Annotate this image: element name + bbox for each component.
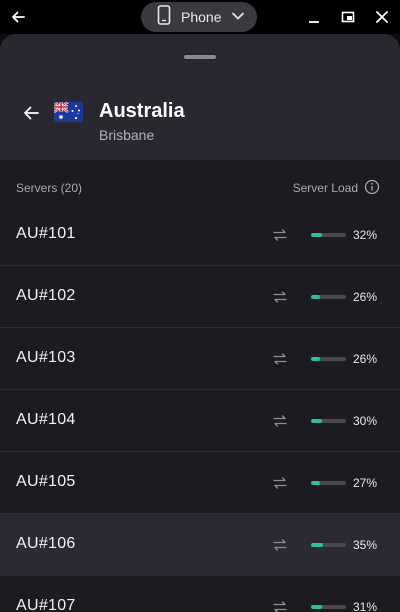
server-load-percent: 26%: [353, 352, 378, 366]
device-label: Phone: [181, 9, 222, 25]
minimize-icon[interactable]: [302, 5, 326, 29]
server-name: AU#105: [16, 473, 76, 490]
server-name: AU#104: [16, 411, 76, 428]
server-load-bar: [311, 481, 346, 485]
server-load-fill: [311, 605, 322, 609]
server-list-sheet: Australia Brisbane Servers (20) Server L…: [0, 34, 400, 612]
device-selector[interactable]: Phone: [141, 2, 257, 32]
server-load-fill: [311, 295, 321, 299]
arrow-left-icon[interactable]: [6, 5, 30, 29]
server-load-bar: [311, 543, 346, 547]
drag-handle[interactable]: [184, 55, 216, 59]
restore-icon[interactable]: [336, 5, 360, 29]
p2p-icon: [272, 475, 288, 491]
server-row[interactable]: AU#103 26%: [0, 328, 400, 390]
server-load-percent: 35%: [353, 538, 378, 552]
server-load-percent: 32%: [353, 228, 378, 242]
server-row[interactable]: AU#104 30%: [0, 390, 400, 452]
p2p-icon: [272, 413, 288, 429]
server-load-bar: [311, 419, 346, 423]
server-list: AU#101 32% AU#102 26% AU#103 26% AU#104 …: [0, 204, 400, 612]
server-load-bar: [311, 295, 346, 299]
window-titlebar: Phone: [0, 0, 400, 34]
server-load-percent: 26%: [353, 290, 378, 304]
p2p-icon: [272, 599, 288, 612]
server-name: AU#101: [16, 225, 76, 242]
server-load-percent: 31%: [353, 600, 378, 612]
australia-flag-icon: [54, 102, 83, 122]
server-load-bar: [311, 357, 346, 361]
server-name: AU#106: [16, 535, 76, 552]
server-load-fill: [311, 233, 323, 237]
server-row[interactable]: AU#105 27%: [0, 452, 400, 514]
p2p-icon: [272, 537, 288, 553]
city-name: Brisbane: [99, 127, 155, 143]
servers-count-label: Servers (20): [16, 181, 83, 195]
country-name: Australia: [99, 100, 185, 122]
server-load-bar: [311, 233, 346, 237]
server-name: AU#102: [16, 287, 76, 304]
server-name: AU#103: [16, 349, 76, 366]
server-row[interactable]: AU#101 32%: [0, 204, 400, 266]
server-row[interactable]: AU#107 31%: [0, 576, 400, 612]
p2p-icon: [272, 289, 288, 305]
server-load-bar: [311, 605, 346, 609]
server-load-fill: [311, 357, 321, 361]
server-load-percent: 27%: [353, 476, 378, 490]
country-header: Australia Brisbane: [0, 34, 400, 160]
server-row[interactable]: AU#102 26%: [0, 266, 400, 328]
p2p-icon: [272, 227, 288, 243]
back-button[interactable]: [18, 100, 44, 126]
chevron-down-icon: [231, 8, 245, 26]
server-load-label: Server Load: [292, 181, 358, 195]
arrow-left-icon: [24, 106, 39, 120]
server-load-fill: [311, 419, 322, 423]
server-row[interactable]: AU#106 35%: [0, 514, 400, 576]
server-name: AU#107: [16, 597, 76, 612]
close-icon[interactable]: [370, 5, 394, 29]
server-load-fill: [311, 543, 324, 547]
phone-icon: [157, 4, 171, 30]
server-load-percent: 30%: [353, 414, 378, 428]
server-load-fill: [311, 481, 321, 485]
p2p-icon: [272, 351, 288, 367]
info-icon[interactable]: [364, 179, 380, 195]
